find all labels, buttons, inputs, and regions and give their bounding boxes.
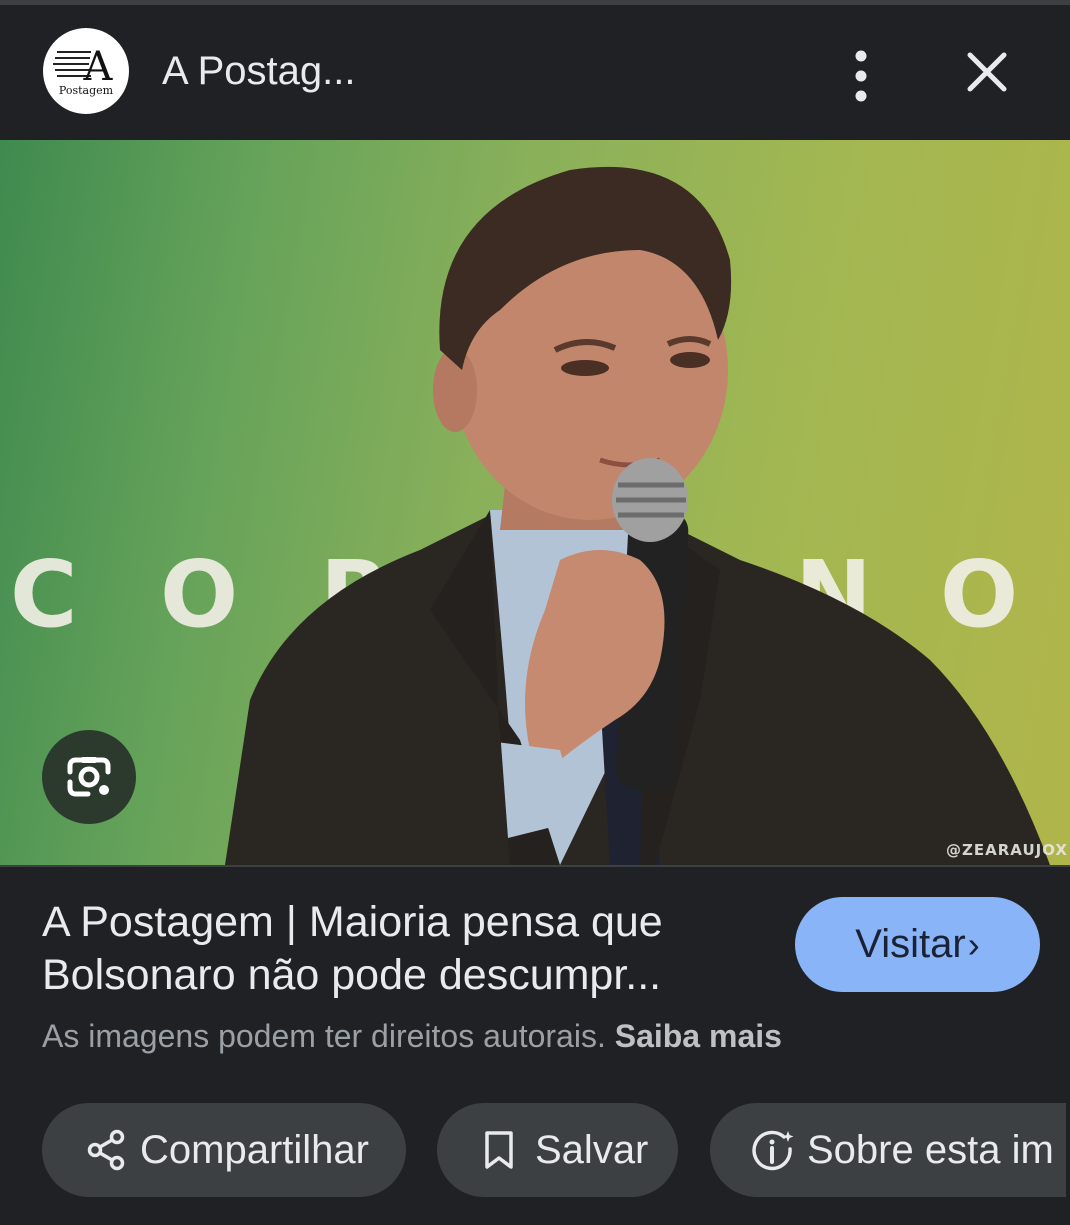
save-label: Salvar	[535, 1128, 649, 1172]
person-illustration	[225, 166, 1050, 865]
logo-text: Postagem	[59, 84, 114, 97]
visit-button[interactable]: Visitar›	[795, 897, 1040, 992]
share-icon	[87, 1129, 125, 1171]
site-title[interactable]: A Postag...	[162, 47, 355, 95]
image-viewer-page: A Postagem A Postag... C O R N O	[0, 0, 1070, 1225]
about-label: Sobre esta im	[807, 1128, 1054, 1172]
save-button[interactable]: Salvar	[437, 1103, 678, 1197]
visit-label: Visitar	[855, 922, 966, 966]
more-options-button[interactable]	[836, 43, 886, 109]
preview-image[interactable]: C O R N O	[0, 140, 1070, 865]
copyright-text: As imagens podem ter direitos autorais.	[42, 1018, 606, 1054]
close-button[interactable]	[955, 40, 1019, 104]
image-divider	[0, 865, 1070, 867]
more-vert-icon	[855, 50, 867, 102]
google-lens-icon	[67, 757, 111, 797]
copyright-notice: As imagens podem ter direitos autorais. …	[42, 1015, 782, 1057]
google-lens-button[interactable]	[42, 730, 136, 824]
headline-line-1: A Postagem | Maioria pensa que	[42, 898, 663, 946]
about-image-button[interactable]: Sobre esta im	[710, 1103, 1066, 1197]
bookmark-icon	[485, 1131, 513, 1169]
viewer-header: A Postagem A Postag...	[0, 5, 1070, 140]
site-logo[interactable]: A Postagem	[43, 28, 129, 114]
close-icon	[967, 52, 1007, 92]
image-watermark: @ZEARAUJOX	[946, 841, 1068, 859]
share-button[interactable]: Compartilhar	[42, 1103, 406, 1197]
about-info-icon	[752, 1130, 794, 1171]
result-headline[interactable]: A Postagem | Maioria pensa que Bolsonaro…	[42, 896, 762, 1002]
learn-more-link[interactable]: Saiba mais	[615, 1018, 782, 1054]
headline-line-2: Bolsonaro não pode descumpr...	[42, 951, 662, 999]
chevron-right-icon: ›	[967, 924, 980, 965]
share-label: Compartilhar	[140, 1128, 369, 1172]
